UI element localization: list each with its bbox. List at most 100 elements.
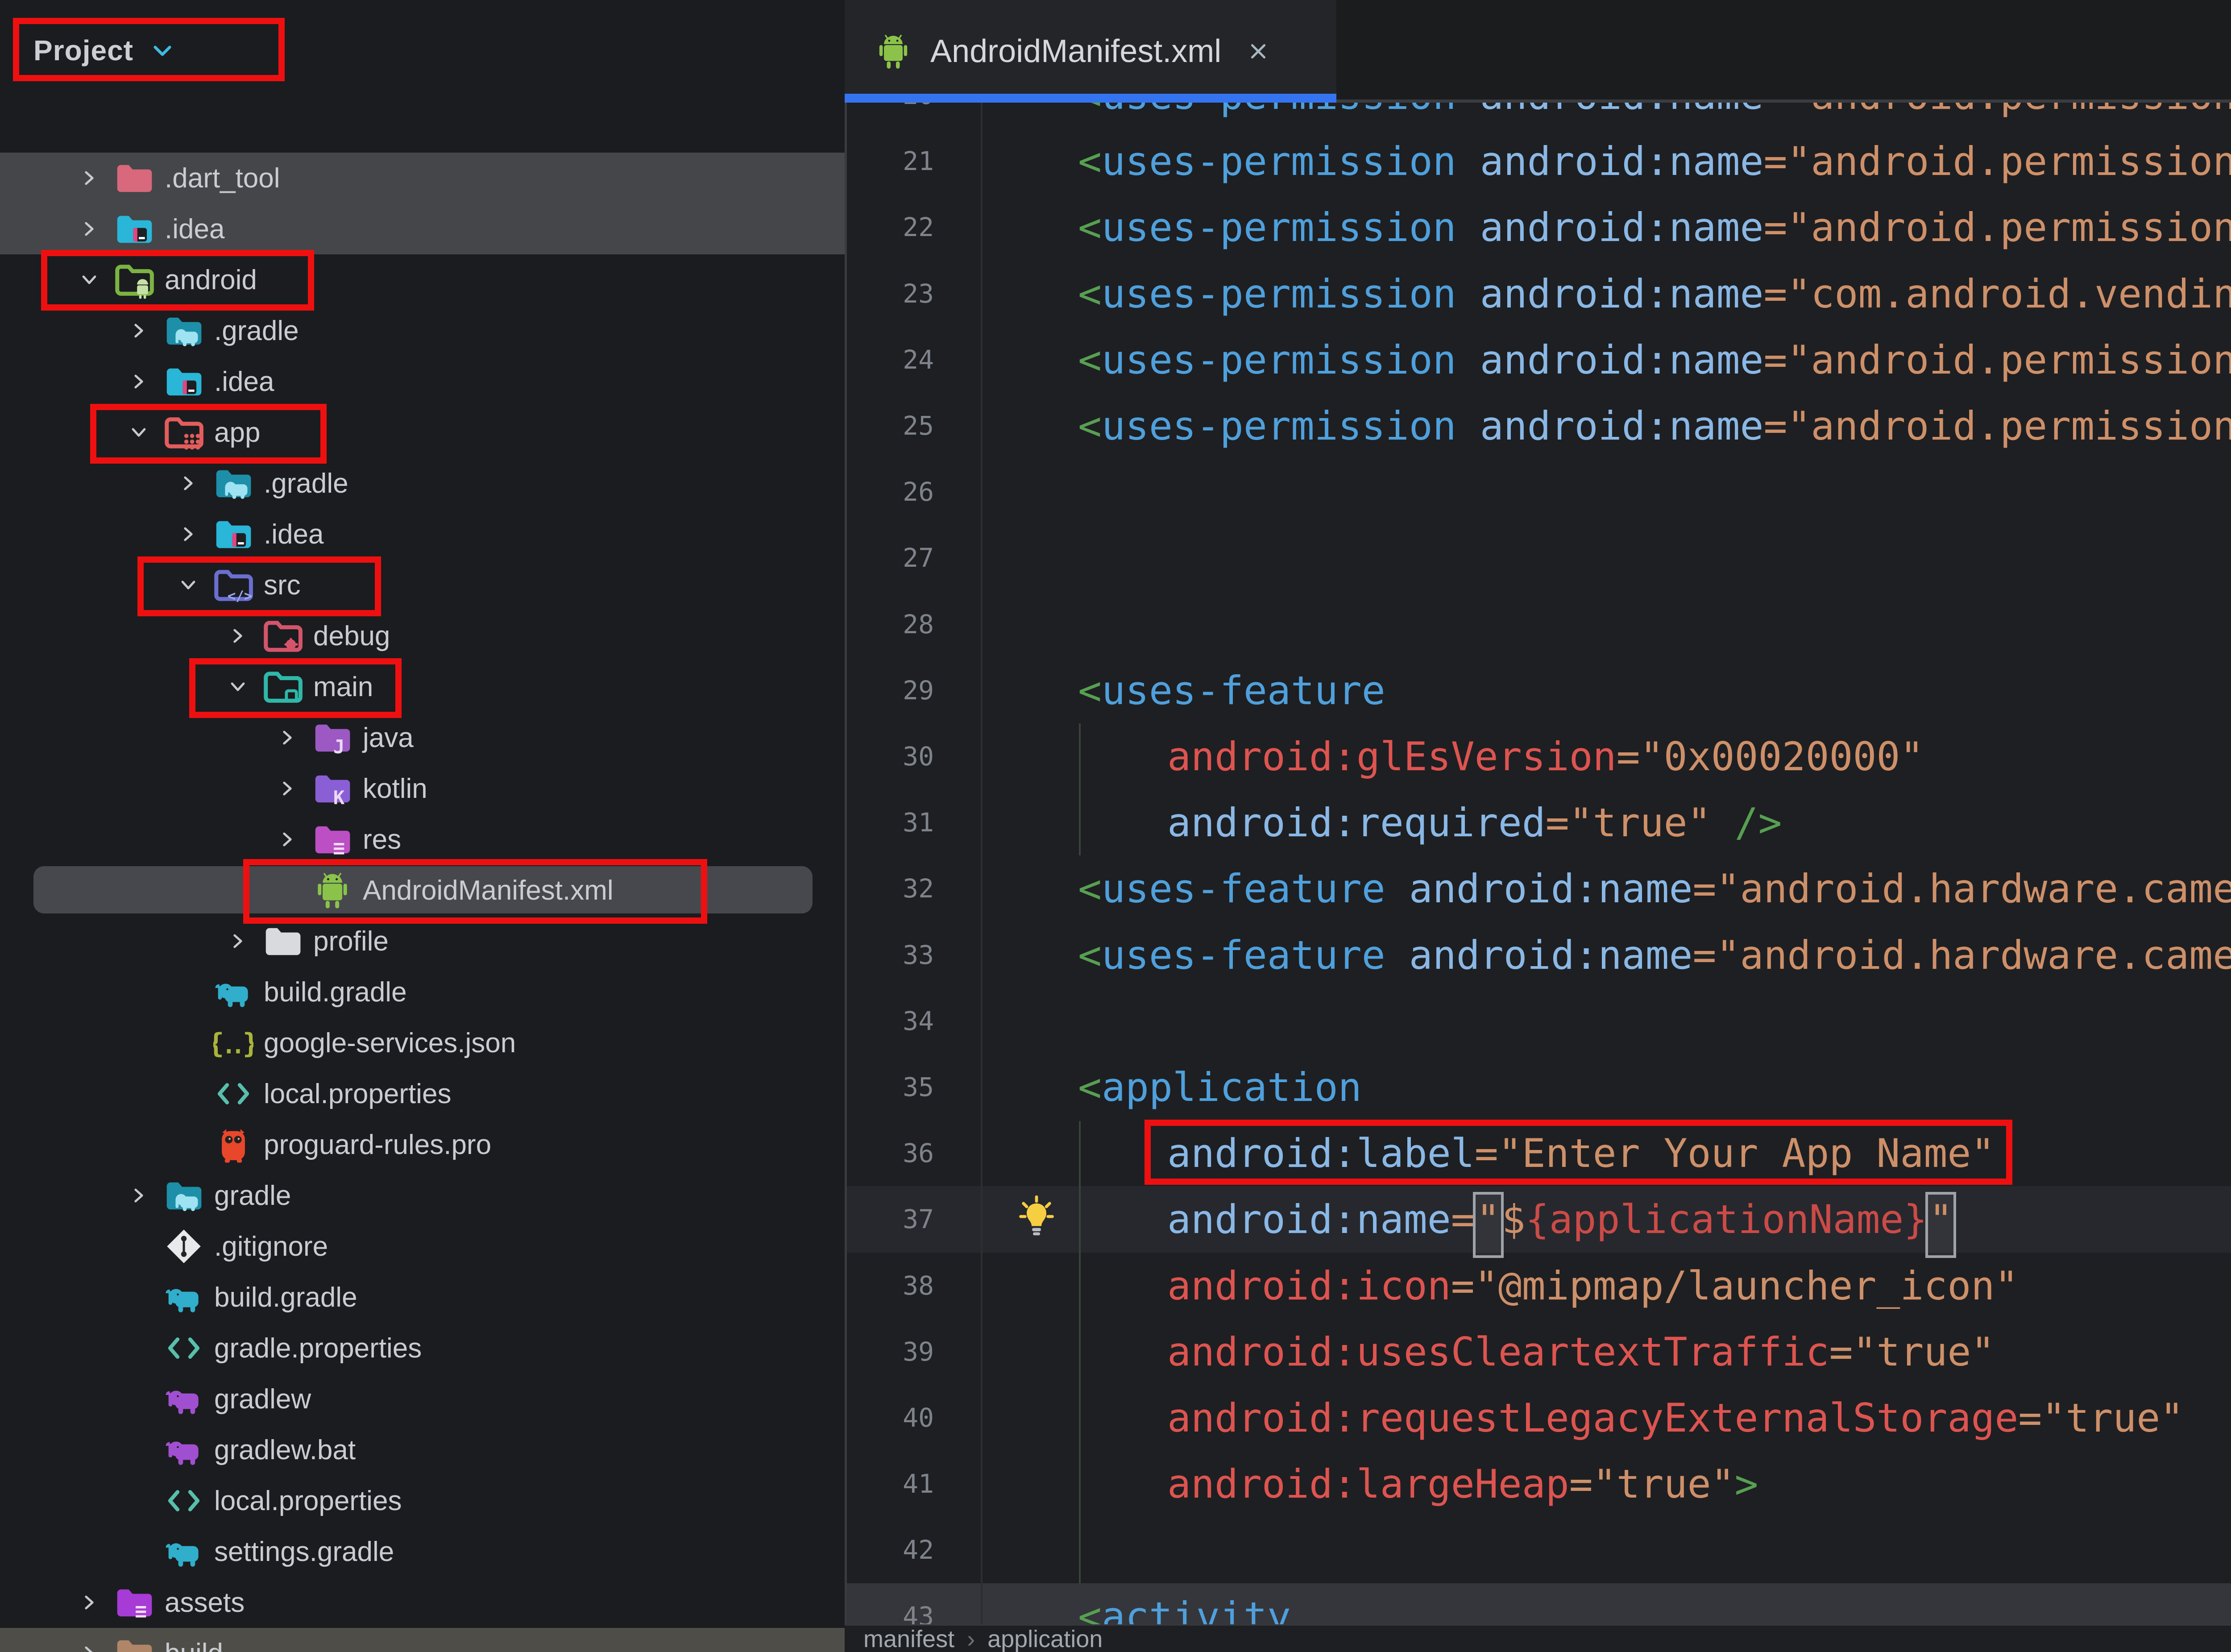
line-number[interactable]: 41 [845, 1451, 934, 1517]
tree-item--dart-tool[interactable]: .dart_tool [0, 153, 845, 203]
tree-item-google-services-json[interactable]: {‥}google-services.json [0, 1017, 845, 1068]
code-line-35[interactable]: 35<application [845, 1054, 2231, 1121]
tree-item--gitignore[interactable]: .gitignore [0, 1221, 845, 1272]
tree-item-app[interactable]: app [0, 407, 845, 458]
chevron-right-icon[interactable] [277, 727, 298, 748]
tree-item--idea[interactable]: .idea [0, 203, 845, 254]
tree-item-build[interactable]: build [0, 1628, 845, 1652]
tree-expand-arrow[interactable] [164, 560, 213, 610]
tree-expand-arrow[interactable] [263, 814, 312, 865]
chevron-right-icon[interactable] [277, 778, 298, 799]
code-line-21[interactable]: 21<uses-permission android:name="android… [845, 128, 2231, 195]
tree-expand-arrow[interactable] [213, 916, 262, 967]
code-line-29[interactable]: 29<uses-feature [845, 657, 2231, 724]
tree-item-proguard-rules-pro[interactable]: proguard-rules.pro [0, 1119, 845, 1170]
tree-item-build-gradle[interactable]: build.gradle [0, 1272, 845, 1323]
tree-item-local-properties[interactable]: local.properties [0, 1068, 845, 1119]
code-line-23[interactable]: 23<uses-permission android:name="com.and… [845, 261, 2231, 327]
tree-item-gradle-properties[interactable]: gradle.properties [0, 1323, 845, 1374]
tree-expand-arrow[interactable] [114, 305, 163, 356]
code-line-25[interactable]: 25<uses-permission android:name="android… [845, 393, 2231, 459]
chevron-right-icon[interactable] [178, 473, 199, 494]
chevron-right-icon[interactable] [79, 168, 100, 188]
tree-item-assets[interactable]: ≡assets [0, 1577, 845, 1628]
tree-expand-arrow[interactable] [164, 458, 213, 509]
line-number[interactable]: 32 [845, 855, 934, 922]
line-number[interactable]: 42 [845, 1517, 934, 1583]
line-number[interactable]: 30 [845, 723, 934, 790]
chevron-right-icon[interactable] [228, 626, 248, 646]
tree-expand-arrow[interactable] [114, 356, 163, 407]
tree-item-debug[interactable]: debug [0, 610, 845, 661]
project-view-dropdown[interactable]: Project [33, 20, 175, 81]
tree-expand-arrow[interactable] [114, 1170, 163, 1221]
code-line-31[interactable]: 31android:required="true" /> [845, 789, 2231, 856]
code-line-22[interactable]: 22<uses-permission android:name="android… [845, 194, 2231, 261]
tree-expand-arrow[interactable] [65, 1577, 114, 1628]
tree-item-kotlin[interactable]: Kkotlin [0, 763, 845, 814]
line-number[interactable]: 40 [845, 1385, 934, 1451]
chevron-down-icon[interactable] [178, 575, 199, 595]
chevron-right-icon[interactable] [79, 1592, 100, 1613]
tree-item--idea[interactable]: .idea [0, 356, 845, 407]
line-number[interactable]: 23 [845, 261, 934, 327]
line-number[interactable]: 34 [845, 988, 934, 1054]
tree-expand-arrow[interactable] [65, 203, 114, 254]
tree-item-main[interactable]: main [0, 661, 845, 712]
code-line-33[interactable]: 33<uses-feature android:name="android.ha… [845, 922, 2231, 988]
tree-expand-arrow[interactable] [213, 610, 262, 661]
code-line-42[interactable]: 42 [845, 1517, 2231, 1583]
panel-divider[interactable] [845, 0, 847, 1652]
code-line-34[interactable]: 34 [845, 988, 2231, 1054]
tree-expand-arrow[interactable] [263, 712, 312, 763]
tree-expand-arrow[interactable] [164, 509, 213, 560]
code-line-32[interactable]: 32<uses-feature android:name="android.ha… [845, 855, 2231, 922]
line-number[interactable]: 21 [845, 128, 934, 195]
line-number[interactable]: 37 [845, 1186, 934, 1253]
tree-expand-arrow[interactable] [65, 1628, 114, 1652]
code-line-36[interactable]: 36android:label="Enter Your App Name" [845, 1120, 2231, 1187]
line-number[interactable]: 26 [845, 459, 934, 525]
chevron-right-icon[interactable] [129, 1185, 149, 1206]
tree-item-build-gradle[interactable]: build.gradle [0, 967, 845, 1017]
tree-expand-arrow[interactable] [263, 763, 312, 814]
tree-expand-arrow[interactable] [65, 254, 114, 305]
line-number[interactable]: 28 [845, 591, 934, 658]
tree-item-androidmanifest-xml[interactable]: AndroidManifest.xml [0, 865, 845, 916]
breadcrumb-application[interactable]: application [987, 1625, 1103, 1652]
code-line-30[interactable]: 30android:glEsVersion="0x00020000" [845, 723, 2231, 790]
tab-androidmanifest[interactable]: AndroidManifest.xml [845, 0, 1336, 103]
chevron-right-icon[interactable] [79, 219, 100, 239]
tree-item-gradle[interactable]: gradle [0, 1170, 845, 1221]
chevron-down-icon[interactable] [129, 422, 149, 443]
line-number[interactable]: 27 [845, 525, 934, 591]
code-line-39[interactable]: 39android:usesCleartextTraffic="true" [845, 1319, 2231, 1385]
chevron-down-icon[interactable] [79, 270, 100, 290]
line-number[interactable]: 31 [845, 789, 934, 856]
line-number[interactable]: 29 [845, 657, 934, 724]
line-number[interactable]: 22 [845, 194, 934, 261]
tree-item-local-properties[interactable]: local.properties [0, 1475, 845, 1526]
chevron-right-icon[interactable] [277, 829, 298, 850]
chevron-right-icon[interactable] [129, 320, 149, 341]
breadcrumb-manifest[interactable]: manifest [863, 1625, 954, 1652]
tree-expand-arrow[interactable] [65, 153, 114, 203]
line-number[interactable]: 24 [845, 327, 934, 393]
code-line-37[interactable]: 37android:name="${applicationName}" [845, 1186, 2231, 1253]
close-icon[interactable] [1244, 37, 1272, 65]
tree-item-android[interactable]: android [0, 254, 845, 305]
intention-bulb-icon[interactable] [1014, 1194, 1059, 1243]
editor-area[interactable]: 20<uses-permission android:name="android… [845, 0, 2231, 1652]
tree-item-settings-gradle[interactable]: settings.gradle [0, 1526, 845, 1577]
line-number[interactable]: 36 [845, 1120, 934, 1187]
line-number[interactable]: 35 [845, 1054, 934, 1121]
tree-expand-arrow[interactable] [213, 661, 262, 712]
chevron-right-icon[interactable] [79, 1643, 100, 1652]
code-line-38[interactable]: 38android:icon="@mipmap/launcher_icon" [845, 1253, 2231, 1319]
line-number[interactable]: 38 [845, 1253, 934, 1319]
tree-item-gradlew-bat[interactable]: gradlew.bat [0, 1424, 845, 1475]
tree-expand-arrow[interactable] [114, 407, 163, 458]
line-number[interactable]: 39 [845, 1319, 934, 1385]
tree-item-src[interactable]: </>src [0, 560, 845, 610]
chevron-right-icon[interactable] [228, 931, 248, 951]
